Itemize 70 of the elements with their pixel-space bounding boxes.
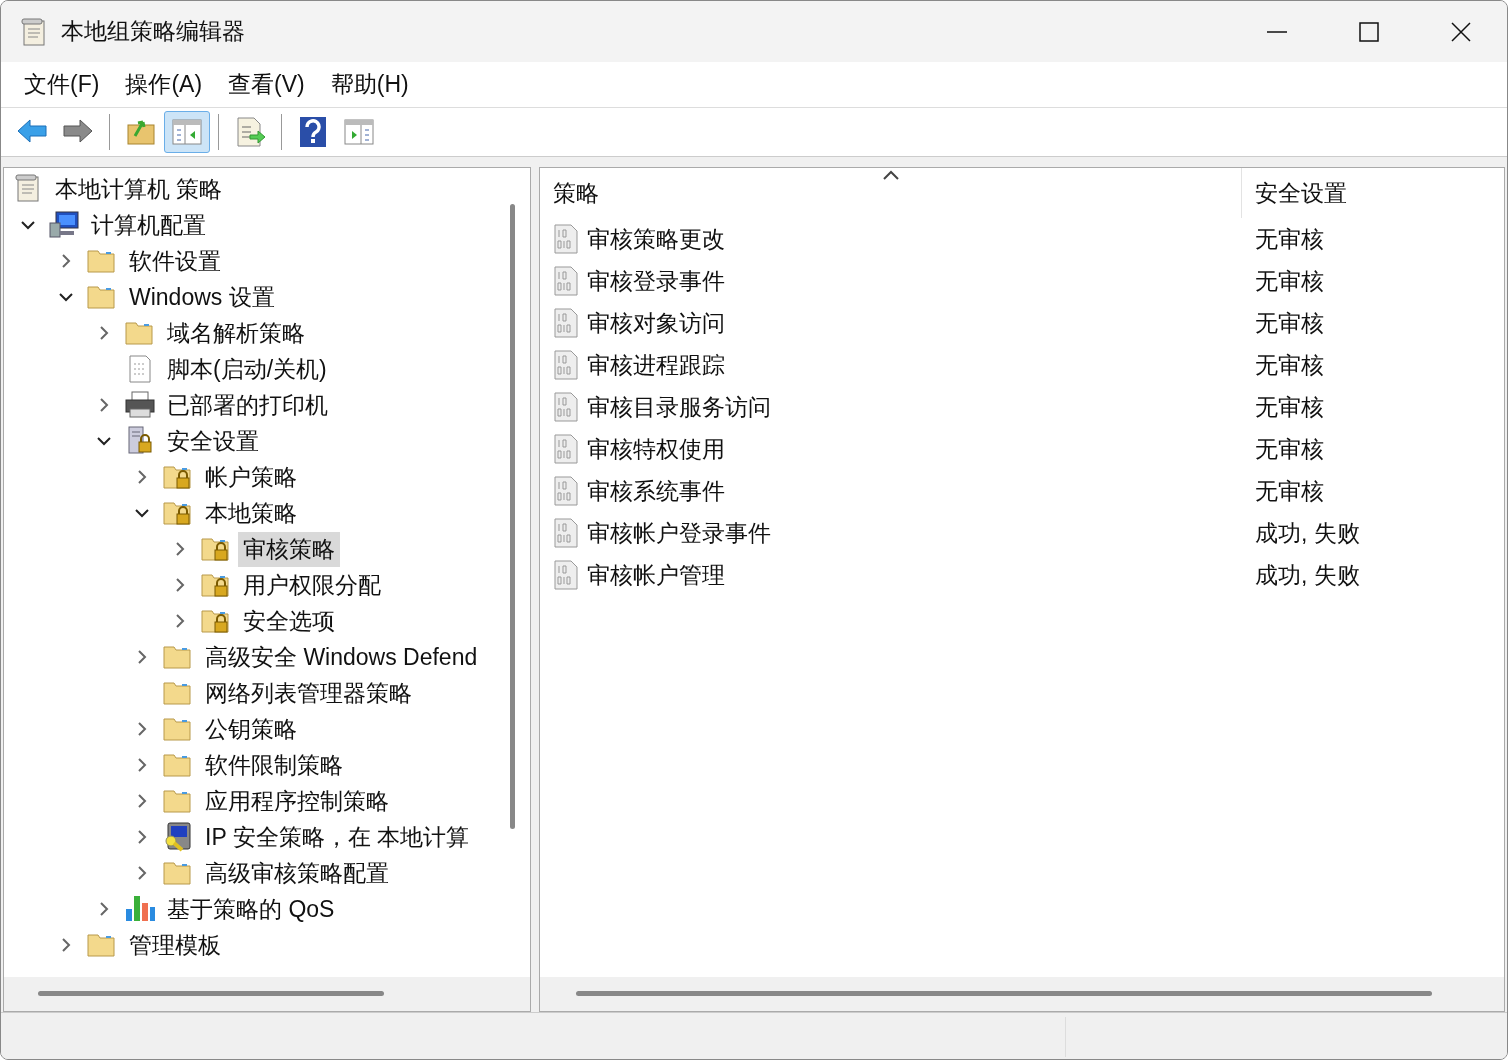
- security-setting: 成功, 失败: [1254, 560, 1360, 590]
- scrollbar[interactable]: [576, 991, 1432, 996]
- policy-name[interactable]: 审核帐户登录事件: [587, 517, 771, 549]
- binary-document-icon: [553, 518, 579, 548]
- menu-item[interactable]: 查看(V): [215, 69, 318, 100]
- panel-icon: [343, 116, 375, 148]
- menu-item[interactable]: 文件(F): [11, 69, 113, 100]
- binary-document-icon: [553, 350, 579, 380]
- panel-icon: [171, 116, 203, 148]
- printer-icon: [124, 389, 156, 421]
- scrollbar[interactable]: [38, 991, 384, 996]
- binary-document-icon: [553, 476, 579, 506]
- menu-item[interactable]: 帮助(H): [317, 69, 422, 100]
- policy-name[interactable]: 审核对象访问: [587, 307, 725, 339]
- tree-item[interactable]: 用户权限分配: [238, 567, 386, 603]
- security-setting: 无审核: [1254, 476, 1324, 506]
- tree-item[interactable]: 管理模板: [124, 927, 226, 963]
- window-title: 本地组策略编辑器: [61, 17, 245, 46]
- monitor-key-icon: [162, 821, 194, 853]
- tree-item[interactable]: 安全选项: [238, 603, 340, 639]
- tree-item[interactable]: 脚本(启动/关机): [162, 351, 332, 387]
- security-setting: 无审核: [1254, 224, 1324, 254]
- binary-document-icon: [553, 308, 579, 338]
- binary-document-icon: [553, 560, 579, 590]
- security-setting: 成功, 失败: [1254, 518, 1360, 548]
- tree-item[interactable]: 安全设置: [162, 423, 264, 459]
- tree-item[interactable]: IP 安全策略，在 本地计算: [200, 819, 475, 855]
- close-icon: [1451, 21, 1471, 42]
- tree-item[interactable]: 计算机配置: [86, 207, 211, 243]
- policy-name[interactable]: 审核目录服务访问: [587, 391, 771, 423]
- tree-item[interactable]: 本地策略: [200, 495, 302, 531]
- security-setting: 无审核: [1254, 266, 1324, 296]
- tree-item[interactable]: 已部署的打印机: [162, 387, 333, 423]
- tree-item[interactable]: 本地计算机 策略: [50, 171, 228, 207]
- policy-name[interactable]: 审核进程跟踪: [587, 349, 725, 381]
- tree-item[interactable]: 基于策略的 QoS: [162, 891, 340, 927]
- tree-item[interactable]: 帐户策略: [200, 459, 302, 495]
- computer-icon: [48, 209, 80, 241]
- help-icon: [297, 116, 329, 148]
- policy-name[interactable]: 审核系统事件: [587, 475, 725, 507]
- security-setting: 无审核: [1254, 392, 1324, 422]
- menu-item[interactable]: 操作(A): [112, 69, 216, 100]
- tree-item[interactable]: 高级安全 Windows Defend: [200, 639, 483, 675]
- tree-item[interactable]: 审核策略: [238, 531, 340, 567]
- notepad-icon: [19, 16, 47, 47]
- policy-name[interactable]: 审核帐户管理: [587, 559, 725, 591]
- tree-item[interactable]: 应用程序控制策略: [200, 783, 394, 819]
- tree-item[interactable]: Windows 设置: [124, 279, 280, 315]
- export-list-icon: [234, 116, 266, 148]
- minimize-icon: [1267, 30, 1287, 33]
- security-setting: 无审核: [1254, 308, 1324, 338]
- tree-item[interactable]: 域名解析策略: [162, 315, 310, 351]
- column-header[interactable]: 策略: [540, 168, 1242, 218]
- security-setting: 无审核: [1254, 434, 1324, 464]
- binary-document-icon: [553, 266, 579, 296]
- binary-document-icon: [553, 224, 579, 254]
- maximize-icon: [1359, 21, 1379, 42]
- tree-item[interactable]: 公钥策略: [200, 711, 302, 747]
- policy-name[interactable]: 审核登录事件: [587, 265, 725, 297]
- tree-item[interactable]: 软件设置: [124, 243, 226, 279]
- security-setting: 无审核: [1254, 350, 1324, 380]
- tree-item[interactable]: 高级审核策略配置: [200, 855, 394, 891]
- binary-document-icon: [553, 392, 579, 422]
- policy-name[interactable]: 审核策略更改: [587, 223, 725, 255]
- policy-name[interactable]: 审核特权使用: [587, 433, 725, 465]
- binary-document-icon: [553, 434, 579, 464]
- scrollbar[interactable]: [510, 204, 515, 829]
- tree-item[interactable]: 软件限制策略: [200, 747, 348, 783]
- tree-item[interactable]: 网络列表管理器策略: [200, 675, 417, 711]
- column-header[interactable]: 安全设置: [1242, 168, 1347, 218]
